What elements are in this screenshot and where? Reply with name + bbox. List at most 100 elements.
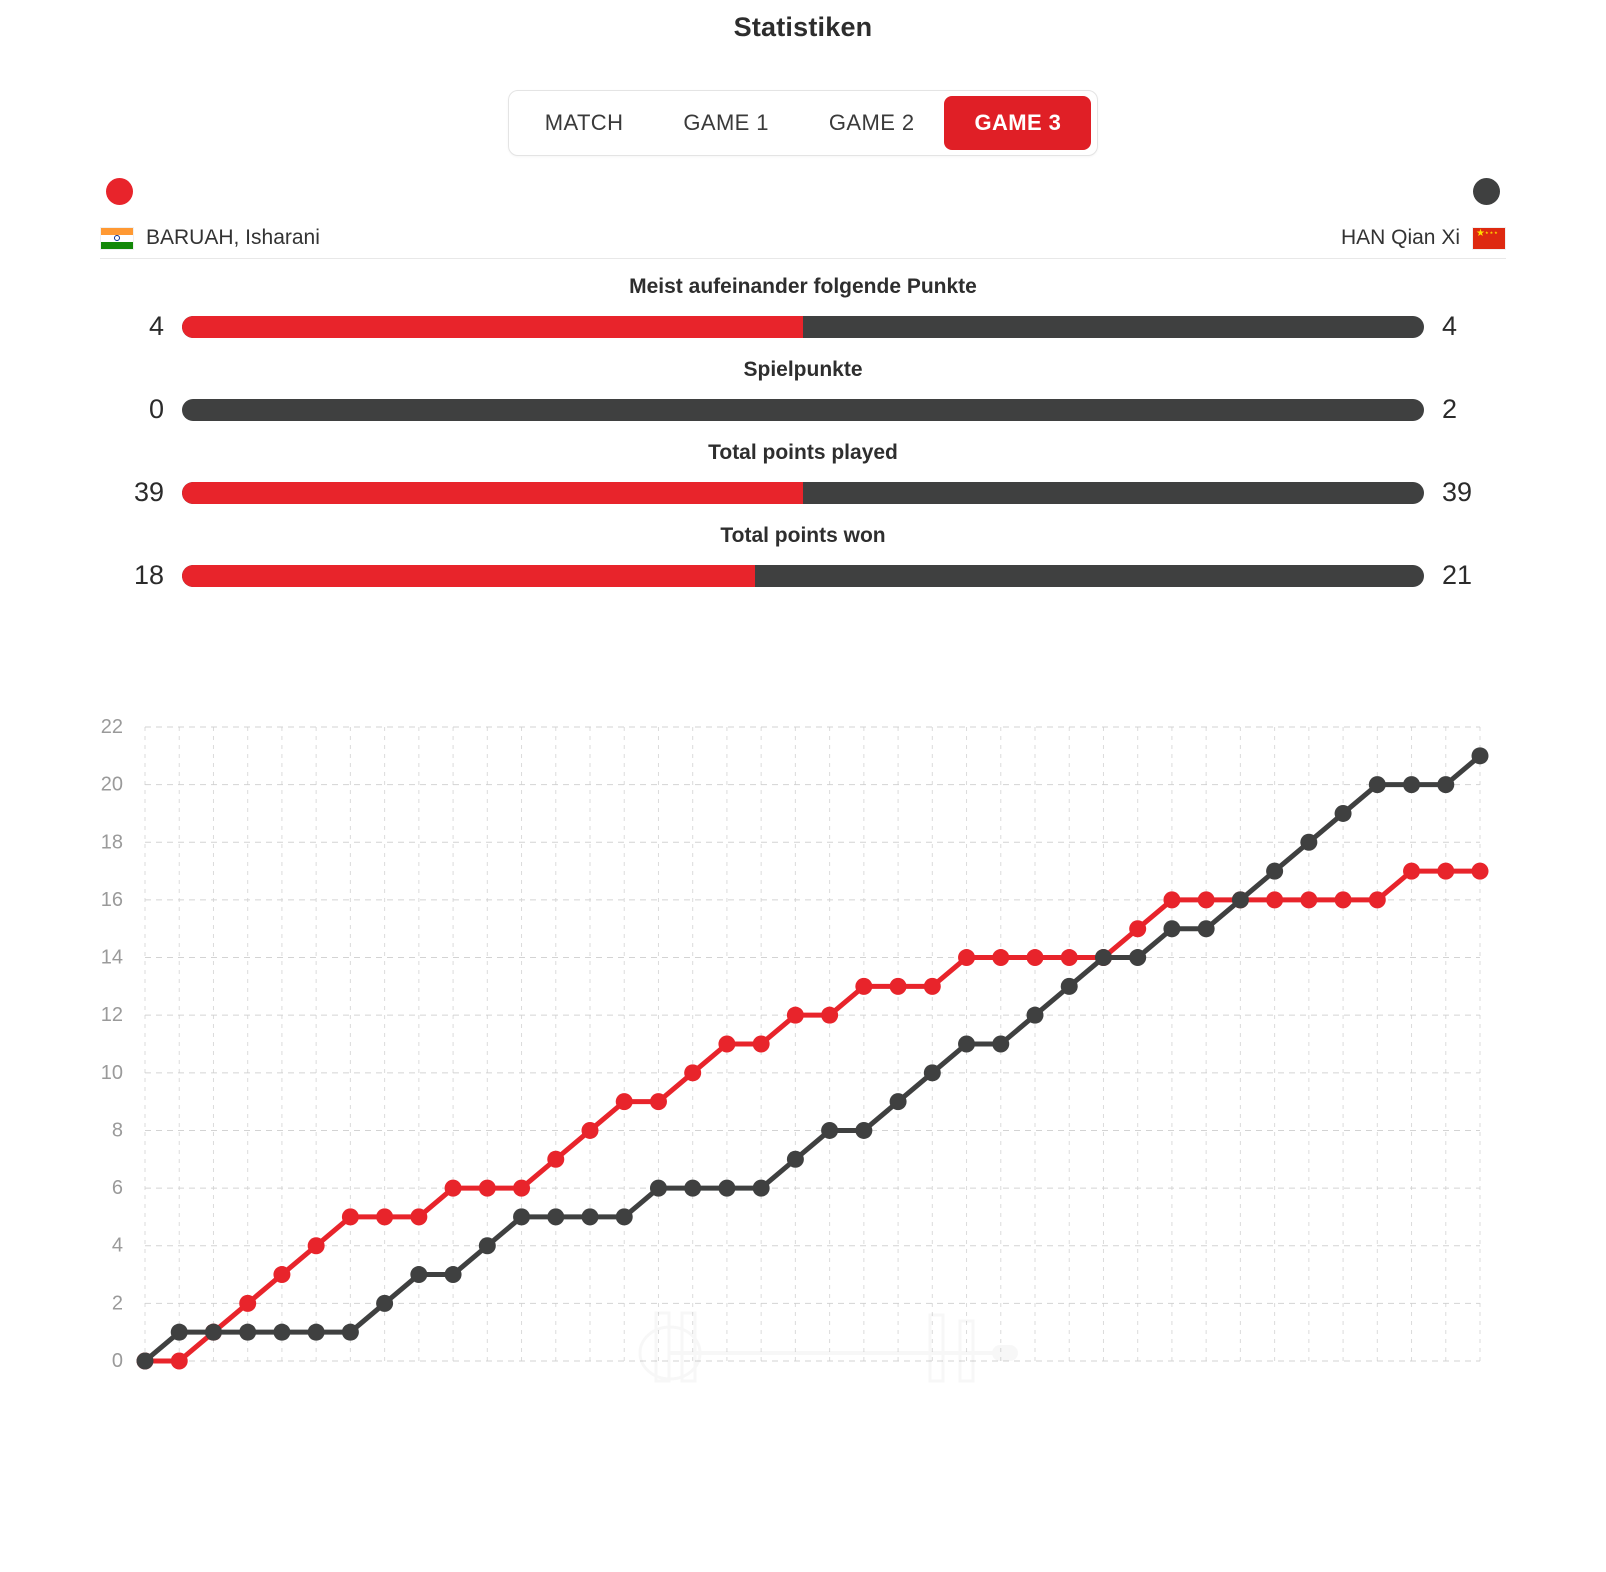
chart-data-point <box>821 1006 839 1024</box>
chart-data-point <box>513 1208 531 1226</box>
chart-data-point <box>581 1121 599 1139</box>
chart-data-point <box>1471 747 1489 765</box>
tab-game-3[interactable]: GAME 3 <box>944 96 1092 150</box>
chart-data-point <box>1437 862 1455 880</box>
chart-data-point <box>341 1208 359 1226</box>
chart-data-point <box>307 1323 325 1341</box>
stat-row-total-points-played: 39 39 <box>100 477 1506 508</box>
chart-data-point <box>752 1179 770 1197</box>
player-right-name: HAN Qian Xi <box>1340 226 1460 249</box>
tab-game-1[interactable]: GAME 1 <box>653 96 799 150</box>
chart-y-tick-label: 12 <box>101 1004 123 1026</box>
stat-row-longest-streak: 4 4 <box>100 311 1506 342</box>
player-right: HAN Qian Xi <box>1341 226 1506 250</box>
chart-y-tick-label: 10 <box>101 1062 123 1084</box>
chart-data-point <box>1266 891 1284 909</box>
chart-data-point <box>1334 891 1352 909</box>
chart-y-tick-label: 16 <box>101 889 123 911</box>
chart-data-point <box>273 1323 291 1341</box>
chart-data-point <box>136 1352 154 1370</box>
stat-bar <box>182 564 1424 587</box>
chart-data-point <box>1094 949 1112 967</box>
chart-data-point <box>1266 862 1284 880</box>
chart-data-point <box>1026 949 1044 967</box>
tabs-container: MATCH GAME 1 GAME 2 GAME 3 <box>0 90 1606 156</box>
chart-data-point <box>376 1208 394 1226</box>
point-progression-chart: 0 2 4 6 8 10 12 14 16 18 20 22 <box>0 701 1606 1401</box>
stat-bar-fill-left <box>182 315 803 338</box>
chart-y-tick-label: 2 <box>112 1292 123 1314</box>
stat-left-value: 4 <box>148 311 164 341</box>
stat-right-value: 39 <box>1442 477 1473 507</box>
chart-y-tick-label: 4 <box>112 1235 123 1257</box>
chart-y-tick-label: 6 <box>112 1177 123 1199</box>
china-flag-icon <box>1472 226 1506 250</box>
chart-data-point <box>1163 920 1181 938</box>
india-flag-icon <box>100 226 134 250</box>
chart-data-point <box>341 1323 359 1341</box>
page-title: Statistiken <box>733 12 873 42</box>
right-player-marker-icon <box>1473 178 1500 205</box>
chart-y-tick-label: 18 <box>101 831 123 853</box>
stat-bar <box>182 315 1424 338</box>
chart-data-point <box>1197 920 1215 938</box>
chart-data-point <box>923 1064 941 1082</box>
chart-data-point <box>1060 949 1078 967</box>
chart-data-point <box>684 1064 702 1082</box>
chart-data-point <box>889 1093 907 1111</box>
chart-data-point <box>1334 804 1352 822</box>
chart-data-point <box>992 1035 1010 1053</box>
stat-left-value: 0 <box>148 394 164 424</box>
chart-data-point <box>170 1352 188 1370</box>
chart-y-tick-label: 20 <box>101 774 123 796</box>
chart-data-point <box>1471 862 1489 880</box>
chart-data-point <box>958 1035 976 1053</box>
stat-label-longest-streak: Meist aufeinander folgende Punkte <box>629 275 977 298</box>
chart-y-tick-label: 8 <box>112 1119 123 1141</box>
chart-data-point <box>1129 920 1147 938</box>
chart-data-point <box>410 1208 428 1226</box>
chart-data-point <box>786 1150 804 1168</box>
chart-data-point <box>649 1179 667 1197</box>
chart-data-point <box>649 1093 667 1111</box>
stat-left-value: 39 <box>133 477 164 507</box>
stat-right-value: 2 <box>1442 394 1458 424</box>
chart-data-point <box>239 1294 257 1312</box>
chart-data-point <box>1060 977 1078 995</box>
chart-series-line-0 <box>142 868 1483 1364</box>
stat-right-value: 4 <box>1442 311 1458 341</box>
stat-bar <box>182 398 1424 421</box>
chart-data-point <box>684 1179 702 1197</box>
chart-data-point <box>376 1294 394 1312</box>
chart-data-point <box>410 1266 428 1284</box>
player-left-name: BARUAH, Isharani <box>146 226 320 249</box>
chart-data-point <box>855 1121 873 1139</box>
stats-list: Meist aufeinander folgende Punkte 4 4 Sp… <box>100 275 1506 591</box>
chart-data-point <box>992 949 1010 967</box>
tab-game-2[interactable]: GAME 2 <box>799 96 945 150</box>
player-left: BARUAH, Isharani <box>100 226 320 250</box>
chart-data-point <box>786 1006 804 1024</box>
chart-data-point <box>615 1093 633 1111</box>
chart-data-point <box>752 1035 770 1053</box>
stat-label-total-points-played: Total points played <box>708 441 898 464</box>
chart-data-point <box>513 1179 531 1197</box>
chart-data-point <box>1403 862 1421 880</box>
chart-y-tick-label: 22 <box>101 716 123 738</box>
chart-data-point <box>444 1179 462 1197</box>
chart-data-point <box>547 1150 565 1168</box>
chart-data-point <box>170 1323 188 1341</box>
stat-label-game-points: Spielpunkte <box>743 358 863 381</box>
chart-data-point <box>478 1179 496 1197</box>
chart-data-point <box>1300 891 1318 909</box>
chart-data-point <box>239 1323 257 1341</box>
stat-bar <box>182 481 1424 504</box>
chart-data-point <box>547 1208 565 1226</box>
chart-y-tick-label: 0 <box>112 1350 123 1372</box>
stat-row-game-points: 0 2 <box>100 394 1506 425</box>
chart-data-point <box>1026 1006 1044 1024</box>
chart-data-point <box>855 977 873 995</box>
left-player-marker-icon <box>106 178 133 205</box>
tab-match[interactable]: MATCH <box>515 96 654 150</box>
chart-data-point <box>444 1266 462 1284</box>
